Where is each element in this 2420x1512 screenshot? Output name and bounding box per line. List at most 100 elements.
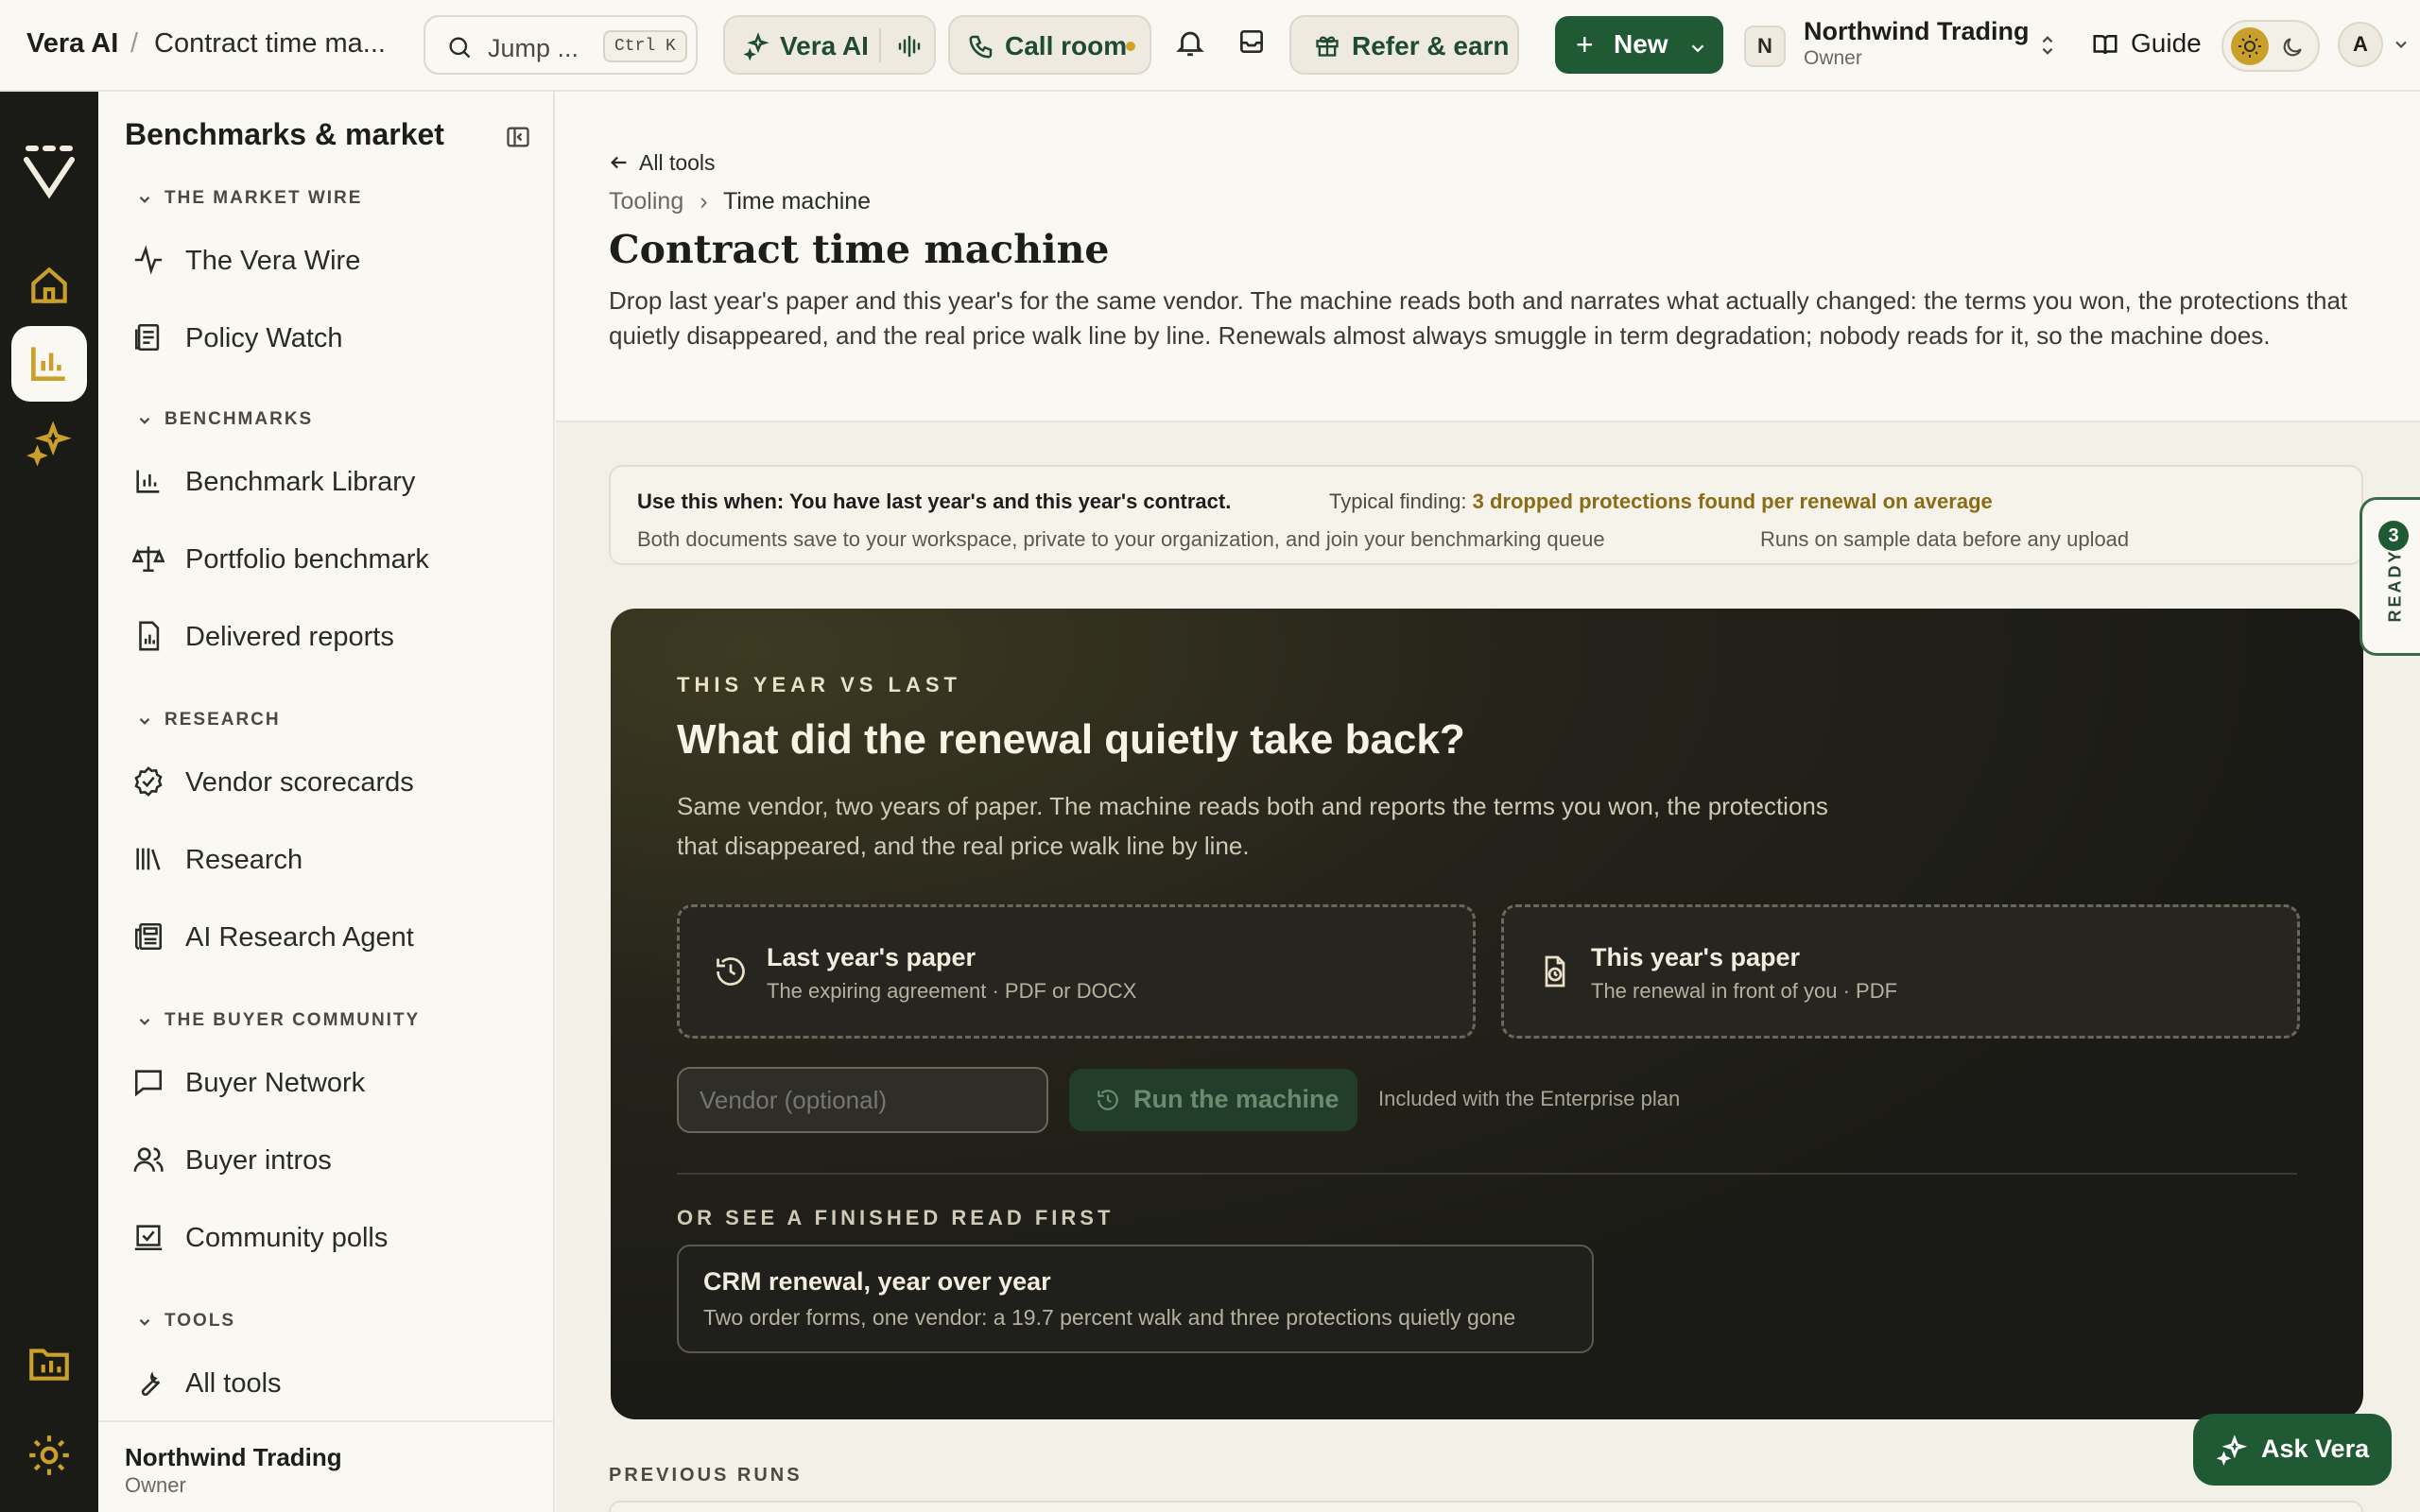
bell-icon[interactable] xyxy=(1174,26,1206,63)
sidebar-title: Benchmarks & market xyxy=(125,117,444,151)
page-header: All tools Tooling › Time machine Contrac… xyxy=(556,92,2420,422)
avatar[interactable]: A xyxy=(2338,22,2383,67)
back-label: All tools xyxy=(639,150,716,175)
previous-runs-heading: PREVIOUS RUNS xyxy=(609,1465,803,1486)
last-year-dropzone[interactable]: Last year's paper The expiring agreement… xyxy=(677,904,1476,1039)
dropzone-title: Last year's paper xyxy=(767,943,977,971)
hero-heading: What did the renewal quietly take back? xyxy=(677,716,1465,763)
sidebar-item-label: Benchmark Library xyxy=(185,467,416,497)
poll-icon xyxy=(132,1221,164,1258)
inbox-icon[interactable] xyxy=(1236,26,1267,61)
users-icon xyxy=(132,1143,164,1180)
section-label: BENCHMARKS xyxy=(164,409,314,429)
sample-eyebrow: OR SEE A FINISHED READ FIRST xyxy=(677,1206,1115,1229)
vera-logo[interactable] xyxy=(21,145,78,206)
typical-finding-prefix: Typical finding: xyxy=(1329,490,1473,513)
new-button[interactable]: + New xyxy=(1555,16,1723,74)
settings-icon[interactable] xyxy=(26,1432,73,1484)
sidebar-item-research[interactable]: Research xyxy=(132,831,529,887)
app-name[interactable]: Vera AI xyxy=(26,28,118,60)
sidebar-collapse-icon[interactable] xyxy=(505,124,531,155)
sidebar-item-ai-research-agent[interactable]: AI Research Agent xyxy=(132,908,529,965)
this-year-dropzone[interactable]: This year's paper The renewal in front o… xyxy=(1501,904,2300,1039)
theme-toggle[interactable] xyxy=(2221,20,2320,72)
updown-chevron-icon[interactable] xyxy=(2037,33,2058,62)
policy-icon xyxy=(132,321,164,358)
icon-rail xyxy=(0,92,98,1512)
use-when-text: Use this when: You have last year's and … xyxy=(637,490,1232,513)
vendor-input[interactable] xyxy=(677,1067,1048,1133)
privacy-note: Both documents save to your workspace, p… xyxy=(637,527,1605,551)
sidebar-item-policy-watch[interactable]: Policy Watch xyxy=(132,309,529,366)
ask-vera-button[interactable]: Ask Vera xyxy=(2193,1414,2392,1486)
typical-finding: Typical finding: 3 dropped protections f… xyxy=(1329,490,1993,514)
status-dot xyxy=(1126,42,1135,51)
time-machine-card: THIS YEAR VS LAST What did the renewal q… xyxy=(611,609,2363,1419)
chevron-down-icon[interactable] xyxy=(2392,35,2411,59)
org-role: Owner xyxy=(125,1473,186,1497)
sidebar-item-label: Buyer intros xyxy=(185,1145,332,1176)
waveform-icon[interactable] xyxy=(895,32,924,65)
org-role: Owner xyxy=(1804,47,1862,69)
gift-icon xyxy=(1314,32,1340,63)
hero-body: Same vendor, two years of paper. The mac… xyxy=(677,792,1828,860)
sample-read-card[interactable]: CRM renewal, year over year Two order fo… xyxy=(677,1245,1594,1353)
section-label: TOOLS xyxy=(164,1311,236,1331)
org-name[interactable]: Northwind Trading xyxy=(1804,17,2029,46)
hero-eyebrow: THIS YEAR VS LAST xyxy=(677,673,961,696)
chevron-down-icon xyxy=(136,1314,153,1336)
ready-tab[interactable]: 3 READY xyxy=(2360,497,2420,656)
call-room-label: Call room xyxy=(1005,31,1128,60)
vera-ai-label: Vera AI xyxy=(780,31,869,60)
sidebar-item-buyer-network[interactable]: Buyer Network xyxy=(132,1054,529,1110)
sun-icon[interactable] xyxy=(2231,27,2269,65)
sidebar-item-label: AI Research Agent xyxy=(185,922,414,953)
breadcrumb-parent[interactable]: Tooling xyxy=(609,188,683,215)
breadcrumb-current: Time machine xyxy=(723,188,872,215)
sparkle-icon[interactable] xyxy=(26,421,73,472)
vera-sparkle-icon xyxy=(743,32,772,65)
plan-note: Included with the Enterprise plan xyxy=(1378,1087,1681,1110)
wrench-icon xyxy=(132,1366,164,1403)
sidebar-item-label: All tools xyxy=(185,1368,282,1399)
dropzone-subtitle: The expiring agreement · PDF or DOCX xyxy=(767,979,1137,1003)
moon-icon[interactable] xyxy=(2280,35,2305,64)
folder-chart-icon[interactable] xyxy=(26,1339,73,1391)
call-room-button[interactable]: Call room xyxy=(948,15,1151,75)
sidebar-item-vera-wire[interactable]: The Vera Wire xyxy=(132,232,529,288)
org-name: Northwind Trading xyxy=(125,1443,342,1471)
book-icon xyxy=(2091,30,2119,65)
sidebar-item-community-polls[interactable]: Community polls xyxy=(132,1209,529,1265)
breadcrumb-separator: / xyxy=(130,28,139,59)
report-file-icon xyxy=(132,620,164,657)
sidebar-item-benchmark-library[interactable]: Benchmark Library xyxy=(132,453,529,509)
dropzone-title: This year's paper xyxy=(1591,943,1801,971)
org-badge[interactable]: N xyxy=(1744,26,1786,67)
home-icon[interactable] xyxy=(26,262,73,314)
sidebar-item-vendor-scorecards[interactable]: Vendor scorecards xyxy=(132,753,529,810)
vera-sparkle-icon xyxy=(2216,1435,2248,1471)
sidebar-item-all-tools[interactable]: All tools xyxy=(132,1354,529,1411)
refer-earn-button[interactable]: Refer & earn xyxy=(1289,15,1519,75)
refer-earn-label: Refer & earn xyxy=(1352,31,1510,60)
breadcrumb-separator: › xyxy=(700,188,708,215)
chevron-down-icon xyxy=(136,713,153,735)
history-icon xyxy=(1096,1088,1120,1117)
page-description: Drop last year's paper and this year's f… xyxy=(609,286,2348,350)
sidebar-item-buyer-intros[interactable]: Buyer intros xyxy=(132,1131,529,1188)
run-machine-button[interactable]: Run the machine xyxy=(1069,1069,1357,1131)
chart-icon[interactable] xyxy=(26,339,73,391)
badge-check-icon xyxy=(132,765,164,802)
sidebar-item-label: Policy Watch xyxy=(185,323,343,353)
typical-finding-value: 3 dropped protections found per renewal … xyxy=(1472,490,1993,513)
divider xyxy=(879,28,881,62)
guide-label: Guide xyxy=(2131,28,2202,58)
jump-search[interactable]: Jump ... Ctrl K xyxy=(424,15,698,75)
previous-runs-list xyxy=(609,1501,2363,1512)
sidebar-item-label: Delivered reports xyxy=(185,622,394,652)
sidebar-footer-org[interactable]: Northwind Trading Owner xyxy=(98,1420,555,1512)
sidebar-item-delivered-reports[interactable]: Delivered reports xyxy=(132,608,529,664)
sidebar-item-portfolio-benchmark[interactable]: Portfolio benchmark xyxy=(131,530,529,587)
vera-ai-button[interactable]: Vera AI xyxy=(723,15,936,75)
ask-vera-label: Ask Vera xyxy=(2261,1435,2370,1463)
